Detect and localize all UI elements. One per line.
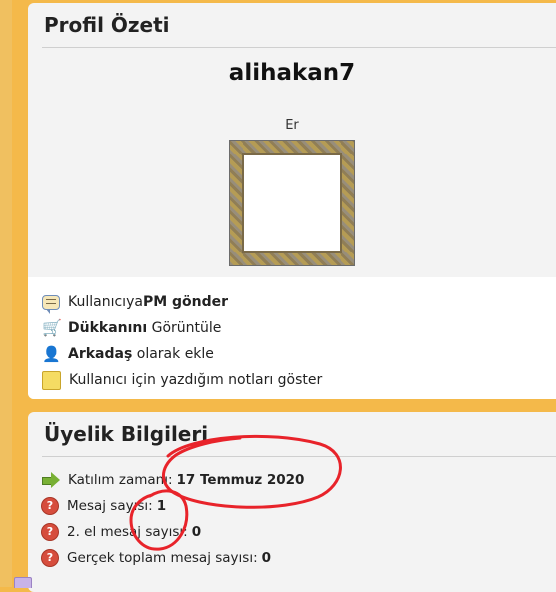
title-divider xyxy=(42,47,556,48)
membership-info-card: Üyelik Bilgileri Katılım zamanı: 17 Temm… xyxy=(28,412,556,592)
post-count-value: 1 xyxy=(156,498,167,514)
shopping-cart-icon: 🛒 xyxy=(42,318,62,337)
show-notes-label: Kullanıcı için yazdığım notları göster xyxy=(69,372,323,388)
send-pm-prefix: Kullanıcıya xyxy=(68,294,143,310)
send-pm-bold: PM gönder xyxy=(142,294,229,310)
profile-summary-card: Profil Özeti alihakan7 Er Kullanıcıya PM… xyxy=(28,3,556,399)
green-arrow-icon xyxy=(42,471,60,489)
secondhand-post-count-value: 0 xyxy=(191,524,202,540)
view-shop-link[interactable]: 🛒 Dükkanını Görüntüle xyxy=(42,316,221,340)
question-icon[interactable]: ? xyxy=(42,550,58,566)
membership-info-title: Üyelik Bilgileri xyxy=(44,422,209,446)
add-friend-icon: 👤 xyxy=(42,345,61,363)
title-divider xyxy=(42,456,556,457)
join-date-label: Katılım zamanı: xyxy=(68,472,173,488)
left-orange-strip xyxy=(0,0,12,587)
join-date-row: Katılım zamanı: 17 Temmuz 2020 xyxy=(42,468,304,492)
total-post-count-label: Gerçek toplam mesaj sayısı: xyxy=(67,550,258,566)
show-notes-link[interactable]: Kullanıcı için yazdığım notları göster xyxy=(42,368,322,392)
gender-label: Er xyxy=(285,118,299,133)
partial-row-icon xyxy=(14,577,32,588)
join-date-value: 17 Temmuz 2020 xyxy=(176,472,305,488)
send-pm-link[interactable]: Kullanıcıya PM gönder xyxy=(42,290,228,314)
question-icon[interactable]: ? xyxy=(42,498,58,514)
profile-actions: Kullanıcıya PM gönder 🛒 Dükkanını Görünt… xyxy=(28,277,556,399)
add-friend-link[interactable]: 👤 Arkadaş olarak ekle xyxy=(42,342,214,366)
view-shop-suffix: Görüntüle xyxy=(147,320,222,336)
secondhand-post-count-label: 2. el mesaj sayısı: xyxy=(67,524,188,540)
pm-bubble-icon xyxy=(42,294,60,314)
add-friend-bold: Arkadaş xyxy=(68,346,133,362)
profile-summary-title: Profil Özeti xyxy=(44,13,170,37)
add-friend-suffix: olarak ekle xyxy=(132,346,214,362)
post-count-label: Mesaj sayısı: xyxy=(67,498,153,514)
secondhand-post-count-row: ? 2. el mesaj sayısı: 0 xyxy=(42,520,201,544)
question-icon[interactable]: ? xyxy=(42,524,58,540)
username: alihakan7 xyxy=(228,60,356,86)
total-post-count-value: 0 xyxy=(261,550,272,566)
sticky-note-icon xyxy=(42,370,61,390)
avatar xyxy=(230,141,354,265)
total-post-count-row: ? Gerçek toplam mesaj sayısı: 0 xyxy=(42,546,271,570)
view-shop-bold: Dükkanını xyxy=(68,320,148,336)
post-count-row: ? Mesaj sayısı: 1 xyxy=(42,494,166,518)
